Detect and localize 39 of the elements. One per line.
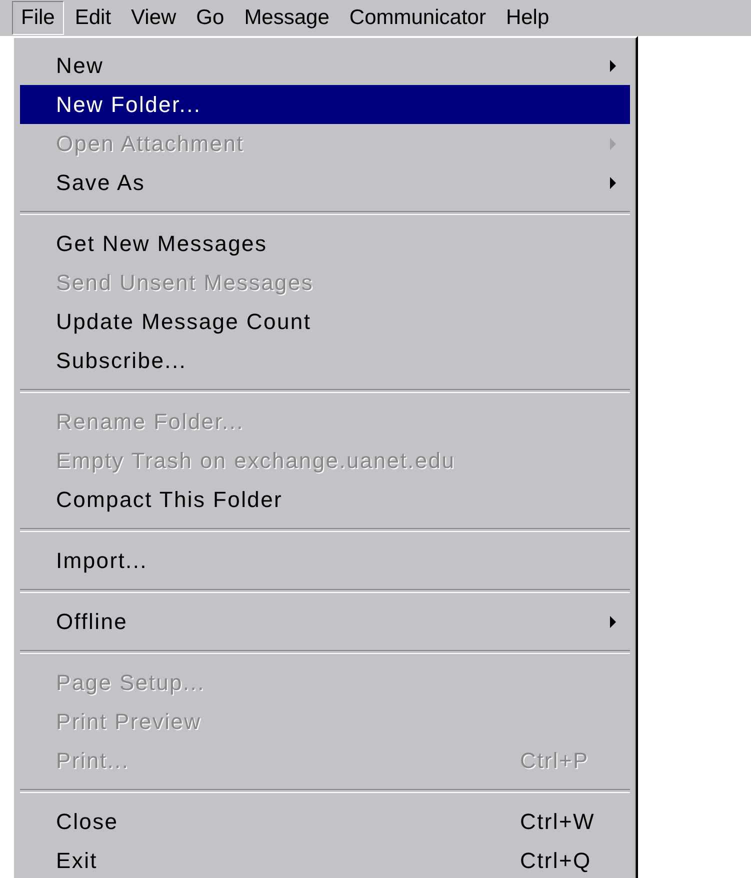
menu-item-label: Save As <box>56 170 146 196</box>
menu-bar-item[interactable]: Communicator <box>340 1 495 35</box>
menu-item-label: Rename Folder... <box>56 408 245 434</box>
menu-item-label: Send Unsent Messages <box>56 270 315 296</box>
menu-item-label: Empty Trash on exchange.uanet.edu <box>56 448 456 474</box>
menu-item[interactable]: New Folder... <box>20 85 630 124</box>
menu-item[interactable]: Save As <box>20 163 630 202</box>
menu-item-label: Print... <box>56 748 130 774</box>
shortcut-label: Ctrl+Q <box>520 848 592 874</box>
menu-item[interactable]: Subscribe... <box>20 341 630 380</box>
menu-item[interactable]: Get New Messages <box>20 224 630 263</box>
menu-item-label: Print Preview <box>56 708 202 734</box>
menu-bar-item[interactable]: Edit <box>66 1 120 35</box>
shortcut-label: Ctrl+W <box>520 808 596 834</box>
menu-item[interactable]: Compact This Folder <box>20 480 630 519</box>
menu-item[interactable]: Close Ctrl+W <box>20 802 630 841</box>
menu-bar-item[interactable]: Help <box>496 1 558 35</box>
menu-item[interactable]: Import... <box>20 541 630 580</box>
menu-bar-item[interactable]: File <box>12 1 64 35</box>
menu-item-label: Get New Messages <box>56 230 268 256</box>
menu-item-label: New <box>56 52 105 78</box>
menu-bar-item[interactable]: Message <box>235 1 338 35</box>
menu-item-label: Exit <box>56 848 98 874</box>
menu-item-label: Open Attachment <box>56 130 245 156</box>
menu-bar-item[interactable]: Go <box>187 1 234 35</box>
shortcut-label: Ctrl+P <box>520 748 590 774</box>
menu-item[interactable]: Offline <box>20 602 630 641</box>
menu-item[interactable]: Update Message Count <box>20 302 630 341</box>
menu-item-label: Offline <box>56 608 129 634</box>
menu-item-label: Import... <box>56 548 148 574</box>
menu-item[interactable]: New <box>20 46 630 85</box>
menu-item[interactable]: Exit Ctrl+Q <box>20 841 630 878</box>
menu-item-label: Compact This Folder <box>56 486 284 512</box>
menu-item-label: Subscribe... <box>56 348 188 374</box>
menu-item-label: Close <box>56 808 120 834</box>
menu-item-label: Update Message Count <box>56 308 312 334</box>
menu-item-label: New Folder... <box>56 92 202 118</box>
menu-bar-item[interactable]: View <box>122 1 186 35</box>
menu-item-label: Page Setup... <box>56 670 206 696</box>
